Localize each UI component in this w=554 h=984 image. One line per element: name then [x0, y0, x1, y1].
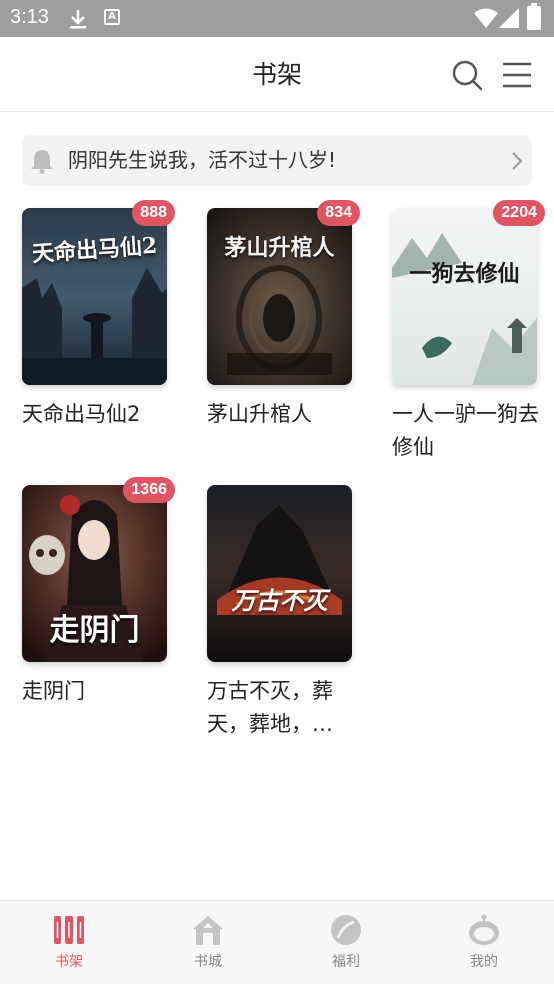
tab-profile[interactable]: 我的 [415, 901, 553, 984]
notification-a-icon: A [104, 9, 120, 25]
notice-banner[interactable]: 阴阳先生说我，活不过十八岁! [22, 135, 532, 186]
menu-icon[interactable] [501, 61, 533, 89]
unread-badge: 888 [132, 200, 175, 226]
cover-title: 一狗去修仙 [409, 261, 520, 287]
tab-label: 书架 [55, 954, 83, 970]
tab-label: 书城 [194, 954, 222, 970]
book-title: 万古不灭，葬天，葬地，… [207, 679, 333, 736]
bottom-nav: 书架 书城 福利 我的 [0, 900, 554, 984]
notice-text: 阴阳先生说我，活不过十八岁! [68, 148, 337, 172]
tab-welfare[interactable]: 福利 [277, 901, 415, 984]
status-bar: 3:13 A [0, 0, 554, 37]
wifi-icon [474, 8, 498, 28]
search-icon[interactable] [451, 59, 483, 91]
book-title: 茅山升棺人 [207, 402, 312, 426]
download-icon [70, 10, 86, 29]
unread-badge: 1366 [123, 477, 175, 503]
cover-title: 茅山升棺人 [224, 235, 335, 261]
book-cover: 茅山升棺人 [207, 208, 352, 385]
bookshelf-icon [54, 916, 84, 944]
book-title: 一人一驴一狗去修仙 [392, 402, 539, 459]
book-cover: 万古不灭 [207, 485, 352, 662]
signal-icon [499, 8, 519, 28]
book-cover-image [392, 208, 537, 385]
tab-bookshelf[interactable]: 书架 [0, 901, 138, 984]
cover-title: 走阴门 [49, 613, 140, 648]
tab-bookstore[interactable]: 书城 [139, 901, 277, 984]
bookshelf-page: 3:13 A 书架 阴阳先生说我，活不过十八岁! 天命出马仙2 888 天命出马… [0, 0, 554, 984]
welfare-icon [331, 915, 361, 945]
book-cover: 一狗去修仙 [392, 208, 537, 385]
book-cover-image [207, 485, 352, 662]
battery-icon [527, 3, 541, 30]
book-title: 天命出马仙2 [22, 402, 141, 426]
tab-label: 我的 [470, 954, 498, 970]
tab-label: 福利 [332, 954, 360, 970]
status-time: 3:13 [10, 6, 49, 28]
chevron-right-icon [512, 152, 523, 170]
bell-icon [31, 150, 53, 174]
book-cover: 天命出马仙2 [22, 208, 167, 385]
top-bar: 书架 [0, 37, 554, 112]
cover-title: 万古不灭 [231, 586, 328, 615]
profile-icon [469, 914, 499, 945]
book-title: 走阴门 [22, 679, 85, 703]
unread-badge: 2204 [493, 200, 545, 226]
book-cover: 走阴门 [22, 485, 167, 662]
bookstore-icon [193, 916, 223, 945]
unread-badge: 834 [317, 200, 360, 226]
